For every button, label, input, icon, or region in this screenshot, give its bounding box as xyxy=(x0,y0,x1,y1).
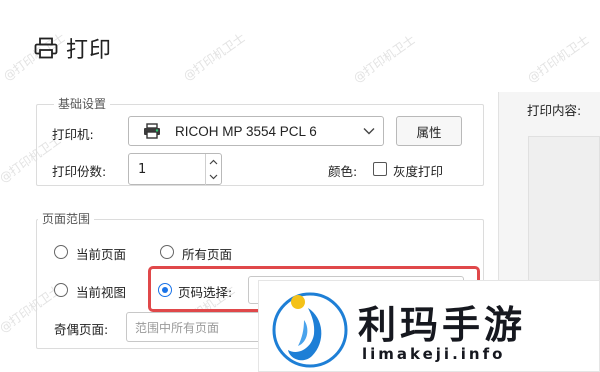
color-label: 颜色: xyxy=(328,164,358,179)
printer-icon xyxy=(144,123,160,139)
copies-stepper[interactable]: 1 xyxy=(128,153,222,185)
odd-even-placeholder: 范围中所有页面 xyxy=(135,320,220,335)
radio-page-select-label[interactable]: 页码选择: xyxy=(178,282,232,301)
printer-select[interactable]: RICOH MP 3554 PCL 6 xyxy=(128,116,384,146)
watermark: @打印机卫士 xyxy=(350,32,418,86)
radio-page-select[interactable] xyxy=(158,283,172,297)
grayscale-label[interactable]: 灰度打印 xyxy=(393,161,443,180)
printer-icon xyxy=(34,37,58,59)
printer-label: 打印机: xyxy=(52,127,94,142)
odd-even-label: 奇偶页面: xyxy=(54,322,109,337)
brand-logo-icon xyxy=(272,292,348,368)
copies-increment-button[interactable] xyxy=(205,154,221,170)
radio-all-pages-label[interactable]: 所有页面 xyxy=(182,244,232,263)
printer-select-value: RICOH MP 3554 PCL 6 xyxy=(175,123,317,139)
copies-decrement-button[interactable] xyxy=(205,169,221,185)
grayscale-checkbox[interactable] xyxy=(373,162,387,176)
radio-current-view-label[interactable]: 当前视图 xyxy=(76,282,126,301)
watermark: @打印机卫士 xyxy=(180,30,248,84)
chevron-down-icon xyxy=(209,174,218,180)
page-title: 打印 xyxy=(66,38,113,63)
print-content-label: 打印内容: xyxy=(527,103,582,118)
chevron-up-icon xyxy=(209,159,218,165)
radio-all-pages[interactable] xyxy=(160,245,174,259)
basic-settings-legend: 基础设置 xyxy=(54,95,111,112)
radio-current-page[interactable] xyxy=(54,245,68,259)
radio-current-page-label[interactable]: 当前页面 xyxy=(76,244,126,263)
radio-current-view[interactable] xyxy=(54,283,68,297)
copies-label: 打印份数: xyxy=(52,164,107,179)
copies-value: 1 xyxy=(138,162,147,177)
page-range-legend: 页面范围 xyxy=(38,210,95,227)
watermark: @打印机卫士 xyxy=(524,32,592,86)
brand-name: 利玛手游 xyxy=(358,303,527,347)
brand-url: limakeji.info xyxy=(362,345,506,363)
chevron-down-icon xyxy=(363,128,375,135)
dialog-title: 打印 xyxy=(34,34,113,63)
properties-button[interactable]: 属性 xyxy=(396,116,462,146)
